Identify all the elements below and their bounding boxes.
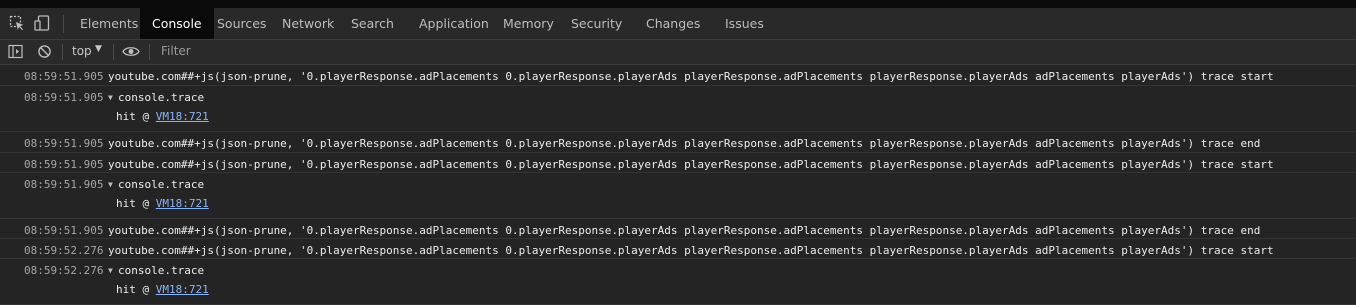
log-row: 08:59:51.905 youtube.com##+js(json-prune… bbox=[0, 153, 1356, 173]
toolbar-divider bbox=[62, 44, 63, 60]
tab-issues[interactable]: Issues bbox=[725, 8, 764, 39]
trace-frame: hit @ VM18:721 bbox=[116, 197, 209, 210]
log-row: 08:59:52.276 youtube.com##+js(json-prune… bbox=[0, 239, 1356, 259]
inspect-element-icon[interactable] bbox=[9, 15, 25, 31]
filter-input[interactable] bbox=[155, 42, 1356, 60]
console-toolbar: top ▼ bbox=[0, 40, 1356, 65]
log-message: youtube.com##+js(json-prune, '0.playerRe… bbox=[108, 224, 1261, 237]
tab-console[interactable]: Console bbox=[140, 8, 214, 39]
tab-memory[interactable]: Memory bbox=[503, 8, 554, 39]
window-top-strip bbox=[0, 0, 1356, 8]
device-toolbar-icon[interactable] bbox=[34, 15, 50, 31]
trace-label: console.trace bbox=[118, 91, 205, 104]
console-log: 08:59:51.905 youtube.com##+js(json-prune… bbox=[0, 65, 1356, 305]
log-timestamp: 08:59:51.905 bbox=[24, 137, 104, 150]
triangle-down-icon: ▼ bbox=[108, 180, 113, 189]
tab-changes[interactable]: Changes bbox=[646, 8, 700, 39]
tab-sources[interactable]: Sources bbox=[217, 8, 266, 39]
devtools-tab-bar: Elements Console Sources Network Search … bbox=[0, 0, 1356, 40]
log-message: youtube.com##+js(json-prune, '0.playerRe… bbox=[108, 137, 1261, 150]
context-selector[interactable]: top bbox=[72, 44, 92, 58]
console-trace-toggle[interactable]: ▼ console.trace bbox=[108, 178, 204, 191]
trace-frame-label: hit @ bbox=[116, 197, 156, 210]
log-row: 08:59:51.905 youtube.com##+js(json-prune… bbox=[0, 65, 1356, 86]
trace-frame: hit @ VM18:721 bbox=[116, 110, 209, 123]
log-row: 08:59:51.905 youtube.com##+js(json-prune… bbox=[0, 219, 1356, 239]
toolbar-divider bbox=[149, 44, 150, 60]
log-timestamp: 08:59:52.276 bbox=[24, 264, 104, 277]
log-timestamp: 08:59:52.276 bbox=[24, 244, 104, 257]
show-sidebar-icon[interactable] bbox=[8, 44, 23, 59]
tab-elements[interactable]: Elements bbox=[80, 8, 138, 39]
eye-icon[interactable] bbox=[122, 44, 140, 59]
trace-label: console.trace bbox=[118, 264, 205, 277]
triangle-down-icon: ▼ bbox=[108, 266, 113, 275]
log-message: youtube.com##+js(json-prune, '0.playerRe… bbox=[108, 158, 1274, 171]
log-message: youtube.com##+js(json-prune, '0.playerRe… bbox=[108, 70, 1274, 83]
log-timestamp: 08:59:51.905 bbox=[24, 224, 104, 237]
log-timestamp: 08:59:51.905 bbox=[24, 91, 104, 104]
chevron-down-icon[interactable]: ▼ bbox=[95, 44, 102, 54]
log-timestamp: 08:59:51.905 bbox=[24, 178, 104, 191]
toolbar-divider bbox=[63, 15, 64, 33]
log-message: youtube.com##+js(json-prune, '0.playerRe… bbox=[108, 244, 1274, 257]
trace-frame: hit @ VM18:721 bbox=[116, 283, 209, 296]
tab-application[interactable]: Application bbox=[419, 8, 489, 39]
clear-console-icon[interactable] bbox=[37, 44, 52, 59]
trace-label: console.trace bbox=[118, 178, 205, 191]
tab-search[interactable]: Search bbox=[351, 8, 394, 39]
log-row-trace: 08:59:51.905 ▼ console.trace hit @ VM18:7… bbox=[0, 86, 1356, 132]
console-trace-toggle[interactable]: ▼ console.trace bbox=[108, 91, 204, 104]
log-row-trace: 08:59:51.905 ▼ console.trace hit @ VM18:7… bbox=[0, 173, 1356, 219]
log-timestamp: 08:59:51.905 bbox=[24, 158, 104, 171]
toolbar-divider bbox=[113, 44, 114, 60]
triangle-down-icon: ▼ bbox=[108, 93, 113, 102]
source-link[interactable]: VM18:721 bbox=[156, 197, 209, 210]
tab-network[interactable]: Network bbox=[282, 8, 334, 39]
tab-security[interactable]: Security bbox=[571, 8, 622, 39]
source-link[interactable]: VM18:721 bbox=[156, 110, 209, 123]
trace-frame-label: hit @ bbox=[116, 110, 156, 123]
log-row: 08:59:51.905 youtube.com##+js(json-prune… bbox=[0, 132, 1356, 153]
log-timestamp: 08:59:51.905 bbox=[24, 70, 104, 83]
console-trace-toggle[interactable]: ▼ console.trace bbox=[108, 264, 204, 277]
trace-frame-label: hit @ bbox=[116, 283, 156, 296]
log-row-trace: 08:59:52.276 ▼ console.trace hit @ VM18:7… bbox=[0, 259, 1356, 305]
source-link[interactable]: VM18:721 bbox=[156, 283, 209, 296]
